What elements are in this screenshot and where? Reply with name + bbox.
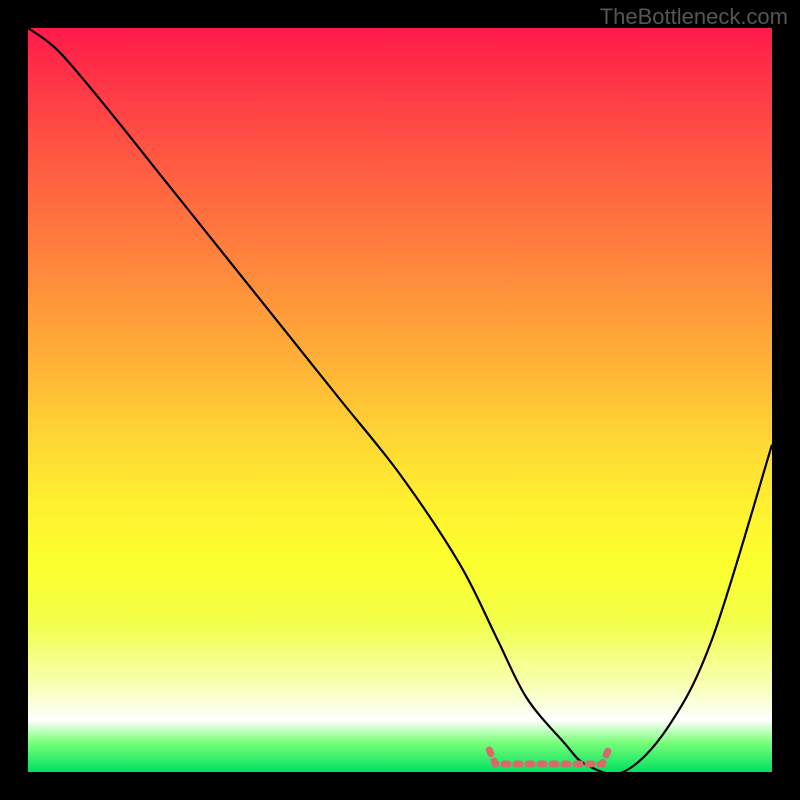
bottleneck-curve-svg [28, 28, 772, 772]
chart-plot-area [28, 28, 772, 772]
watermark-text: TheBottleneck.com [600, 4, 788, 30]
bottleneck-curve-path [28, 28, 772, 772]
optimal-range-marker [489, 750, 608, 764]
